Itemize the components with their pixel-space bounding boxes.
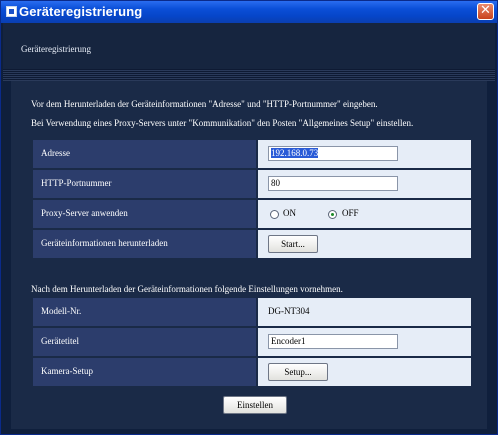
intro-text-3: Nach dem Herunterladen der Geräteinforma… (31, 284, 343, 294)
device-title-label: Gerätetitel (41, 336, 79, 346)
proxy-on-label: ON (283, 208, 296, 218)
intro-text-1: Vor dem Herunterladen der Geräteinformat… (31, 99, 378, 109)
app-icon (6, 6, 17, 17)
proxy-on-radio[interactable] (270, 210, 279, 219)
page-header: Geräteregistrierung (3, 23, 495, 69)
download-label: Geräteinformationen herunterladen (41, 238, 168, 248)
proxy-label: Proxy-Server anwenden (41, 208, 128, 218)
title-bar[interactable]: Geräteregistrierung ✕ (1, 1, 497, 23)
address-input[interactable]: 192.168.0.73 (268, 146, 398, 161)
close-icon[interactable]: ✕ (477, 3, 494, 20)
header-divider (3, 69, 495, 81)
camera-setup-label: Kamera-Setup (41, 366, 93, 376)
http-port-input[interactable]: 80 (268, 176, 398, 191)
start-button[interactable]: Start... (268, 235, 318, 253)
registration-window: Geräteregistrierung ✕ Geräteregistrierun… (0, 0, 498, 435)
device-title-input[interactable]: Encoder1 (268, 334, 398, 349)
intro-text-2: Bei Verwendung eines Proxy-Servers unter… (31, 118, 414, 128)
proxy-off-radio[interactable] (328, 210, 337, 219)
window-title: Geräteregistrierung (19, 4, 143, 19)
http-port-label: HTTP-Portnummer (41, 178, 112, 188)
apply-button[interactable]: Einstellen (223, 396, 287, 414)
setup-button[interactable]: Setup... (268, 363, 328, 381)
page-title: Geräteregistrierung (21, 44, 91, 54)
proxy-off-label: OFF (342, 208, 359, 218)
address-label: Adresse (41, 148, 70, 158)
model-label: Modell-Nr. (41, 306, 82, 316)
model-value: DG-NT304 (268, 306, 310, 316)
